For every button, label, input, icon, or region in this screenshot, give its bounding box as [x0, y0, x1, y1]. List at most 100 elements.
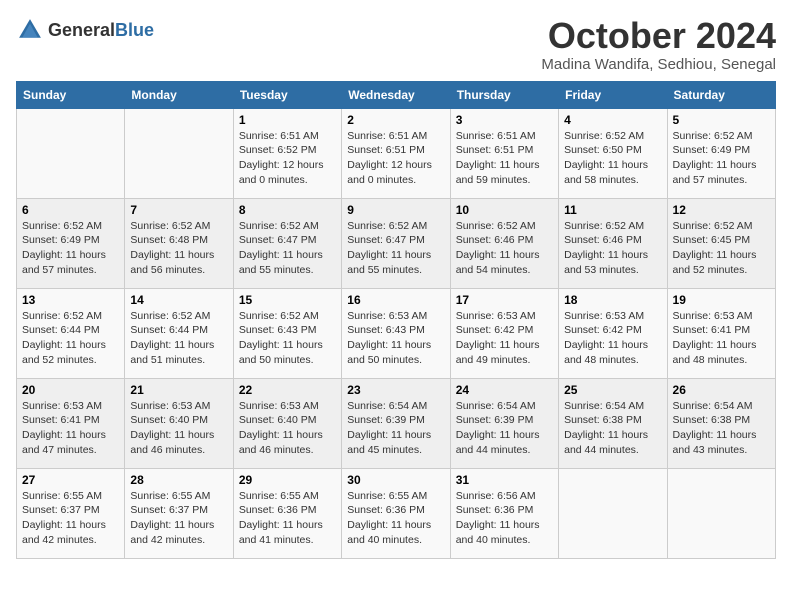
- calendar-cell: 5 Sunrise: 6:52 AM Sunset: 6:49 PM Daylig…: [667, 108, 775, 198]
- weekday-header-thursday: Thursday: [450, 81, 558, 108]
- day-number: 2: [347, 113, 444, 127]
- day-number: 13: [22, 293, 119, 307]
- cell-content: Sunrise: 6:55 AM Sunset: 6:36 PM Dayligh…: [347, 489, 444, 548]
- calendar-week-row: 1Sunrise: 6:51 AM Sunset: 6:52 PM Daylig…: [17, 108, 776, 198]
- day-number: 3: [456, 113, 553, 127]
- weekday-header-monday: Monday: [125, 81, 233, 108]
- cell-content: Sunrise: 6:56 AM Sunset: 6:36 PM Dayligh…: [456, 489, 553, 548]
- calendar-cell: 13 Sunrise: 6:52 AM Sunset: 6:44 PM Dayli…: [17, 288, 125, 378]
- calendar-cell: 6 Sunrise: 6:52 AM Sunset: 6:49 PM Daylig…: [17, 198, 125, 288]
- cell-content: Sunrise: 6:52 AM Sunset: 6:47 PM Dayligh…: [347, 219, 444, 278]
- weekday-header-sunday: Sunday: [17, 81, 125, 108]
- cell-content: Sunrise: 6:53 AM Sunset: 6:41 PM Dayligh…: [673, 309, 770, 368]
- day-number: 7: [130, 203, 227, 217]
- cell-content: Sunrise: 6:53 AM Sunset: 6:41 PM Dayligh…: [22, 399, 119, 458]
- cell-content: Sunrise: 6:53 AM Sunset: 6:43 PM Dayligh…: [347, 309, 444, 368]
- calendar-cell: 10Sunrise: 6:52 AM Sunset: 6:46 PM Dayli…: [450, 198, 558, 288]
- cell-content: Sunrise: 6:51 AM Sunset: 6:51 PM Dayligh…: [347, 129, 444, 188]
- page-header: GeneralBlue October 2024 Madina Wandifa,…: [16, 16, 776, 73]
- cell-content: Sunrise: 6:52 AM Sunset: 6:49 PM Dayligh…: [673, 129, 770, 188]
- day-number: 23: [347, 383, 444, 397]
- calendar-cell: [667, 468, 775, 558]
- calendar-cell: [559, 468, 667, 558]
- calendar-cell: 18Sunrise: 6:53 AM Sunset: 6:42 PM Dayli…: [559, 288, 667, 378]
- day-number: 8: [239, 203, 336, 217]
- calendar-table: SundayMondayTuesdayWednesdayThursdayFrid…: [16, 81, 776, 559]
- calendar-cell: 12 Sunrise: 6:52 AM Sunset: 6:45 PM Dayli…: [667, 198, 775, 288]
- day-number: 15: [239, 293, 336, 307]
- weekday-header-friday: Friday: [559, 81, 667, 108]
- calendar-week-row: 13 Sunrise: 6:52 AM Sunset: 6:44 PM Dayli…: [17, 288, 776, 378]
- calendar-cell: 31 Sunrise: 6:56 AM Sunset: 6:36 PM Dayli…: [450, 468, 558, 558]
- calendar-cell: 25 Sunrise: 6:54 AM Sunset: 6:38 PM Dayli…: [559, 378, 667, 468]
- calendar-cell: [125, 108, 233, 198]
- cell-content: Sunrise: 6:52 AM Sunset: 6:48 PM Dayligh…: [130, 219, 227, 278]
- logo-blue: Blue: [115, 20, 154, 40]
- day-number: 30: [347, 473, 444, 487]
- day-number: 11: [564, 203, 661, 217]
- weekday-header-saturday: Saturday: [667, 81, 775, 108]
- weekday-header-tuesday: Tuesday: [233, 81, 341, 108]
- calendar-cell: [17, 108, 125, 198]
- day-number: 12: [673, 203, 770, 217]
- calendar-cell: 28 Sunrise: 6:55 AM Sunset: 6:37 PM Dayli…: [125, 468, 233, 558]
- cell-content: Sunrise: 6:53 AM Sunset: 6:40 PM Dayligh…: [130, 399, 227, 458]
- day-number: 29: [239, 473, 336, 487]
- cell-content: Sunrise: 6:52 AM Sunset: 6:44 PM Dayligh…: [130, 309, 227, 368]
- calendar-cell: 11 Sunrise: 6:52 AM Sunset: 6:46 PM Dayli…: [559, 198, 667, 288]
- cell-content: Sunrise: 6:54 AM Sunset: 6:39 PM Dayligh…: [347, 399, 444, 458]
- cell-content: Sunrise: 6:54 AM Sunset: 6:38 PM Dayligh…: [673, 399, 770, 458]
- calendar-cell: 3 Sunrise: 6:51 AM Sunset: 6:51 PM Daylig…: [450, 108, 558, 198]
- cell-content: Sunrise: 6:52 AM Sunset: 6:49 PM Dayligh…: [22, 219, 119, 278]
- month-title: October 2024: [541, 16, 776, 56]
- calendar-cell: 2 Sunrise: 6:51 AM Sunset: 6:51 PM Daylig…: [342, 108, 450, 198]
- calendar-cell: 26 Sunrise: 6:54 AM Sunset: 6:38 PM Dayli…: [667, 378, 775, 468]
- calendar-cell: 29 Sunrise: 6:55 AM Sunset: 6:36 PM Dayli…: [233, 468, 341, 558]
- calendar-cell: 24 Sunrise: 6:54 AM Sunset: 6:39 PM Dayli…: [450, 378, 558, 468]
- day-number: 14: [130, 293, 227, 307]
- day-number: 17: [456, 293, 553, 307]
- calendar-cell: 14 Sunrise: 6:52 AM Sunset: 6:44 PM Dayli…: [125, 288, 233, 378]
- day-number: 24: [456, 383, 553, 397]
- day-number: 18: [564, 293, 661, 307]
- day-number: 28: [130, 473, 227, 487]
- calendar-week-row: 27 Sunrise: 6:55 AM Sunset: 6:37 PM Dayli…: [17, 468, 776, 558]
- cell-content: Sunrise: 6:55 AM Sunset: 6:37 PM Dayligh…: [130, 489, 227, 548]
- day-number: 27: [22, 473, 119, 487]
- cell-content: Sunrise: 6:52 AM Sunset: 6:46 PM Dayligh…: [564, 219, 661, 278]
- calendar-cell: 16 Sunrise: 6:53 AM Sunset: 6:43 PM Dayli…: [342, 288, 450, 378]
- calendar-cell: 4Sunrise: 6:52 AM Sunset: 6:50 PM Daylig…: [559, 108, 667, 198]
- day-number: 6: [22, 203, 119, 217]
- calendar-week-row: 20Sunrise: 6:53 AM Sunset: 6:41 PM Dayli…: [17, 378, 776, 468]
- calendar-cell: 17 Sunrise: 6:53 AM Sunset: 6:42 PM Dayli…: [450, 288, 558, 378]
- calendar-cell: 20Sunrise: 6:53 AM Sunset: 6:41 PM Dayli…: [17, 378, 125, 468]
- day-number: 22: [239, 383, 336, 397]
- calendar-cell: 30 Sunrise: 6:55 AM Sunset: 6:36 PM Dayli…: [342, 468, 450, 558]
- logo: GeneralBlue: [16, 16, 154, 44]
- logo-icon: [16, 16, 44, 44]
- cell-content: Sunrise: 6:52 AM Sunset: 6:45 PM Dayligh…: [673, 219, 770, 278]
- day-number: 5: [673, 113, 770, 127]
- cell-content: Sunrise: 6:52 AM Sunset: 6:46 PM Dayligh…: [456, 219, 553, 278]
- cell-content: Sunrise: 6:54 AM Sunset: 6:38 PM Dayligh…: [564, 399, 661, 458]
- day-number: 26: [673, 383, 770, 397]
- cell-content: Sunrise: 6:52 AM Sunset: 6:44 PM Dayligh…: [22, 309, 119, 368]
- day-number: 16: [347, 293, 444, 307]
- day-number: 31: [456, 473, 553, 487]
- calendar-cell: 21Sunrise: 6:53 AM Sunset: 6:40 PM Dayli…: [125, 378, 233, 468]
- logo-general: General: [48, 20, 115, 40]
- calendar-cell: 22 Sunrise: 6:53 AM Sunset: 6:40 PM Dayli…: [233, 378, 341, 468]
- cell-content: Sunrise: 6:51 AM Sunset: 6:51 PM Dayligh…: [456, 129, 553, 188]
- day-number: 19: [673, 293, 770, 307]
- calendar-cell: 8 Sunrise: 6:52 AM Sunset: 6:47 PM Daylig…: [233, 198, 341, 288]
- cell-content: Sunrise: 6:54 AM Sunset: 6:39 PM Dayligh…: [456, 399, 553, 458]
- calendar-cell: 9Sunrise: 6:52 AM Sunset: 6:47 PM Daylig…: [342, 198, 450, 288]
- calendar-cell: 19 Sunrise: 6:53 AM Sunset: 6:41 PM Dayli…: [667, 288, 775, 378]
- title-block: October 2024 Madina Wandifa, Sedhiou, Se…: [541, 16, 776, 73]
- cell-content: Sunrise: 6:53 AM Sunset: 6:42 PM Dayligh…: [456, 309, 553, 368]
- weekday-header-wednesday: Wednesday: [342, 81, 450, 108]
- cell-content: Sunrise: 6:53 AM Sunset: 6:40 PM Dayligh…: [239, 399, 336, 458]
- cell-content: Sunrise: 6:55 AM Sunset: 6:36 PM Dayligh…: [239, 489, 336, 548]
- day-number: 25: [564, 383, 661, 397]
- cell-content: Sunrise: 6:52 AM Sunset: 6:47 PM Dayligh…: [239, 219, 336, 278]
